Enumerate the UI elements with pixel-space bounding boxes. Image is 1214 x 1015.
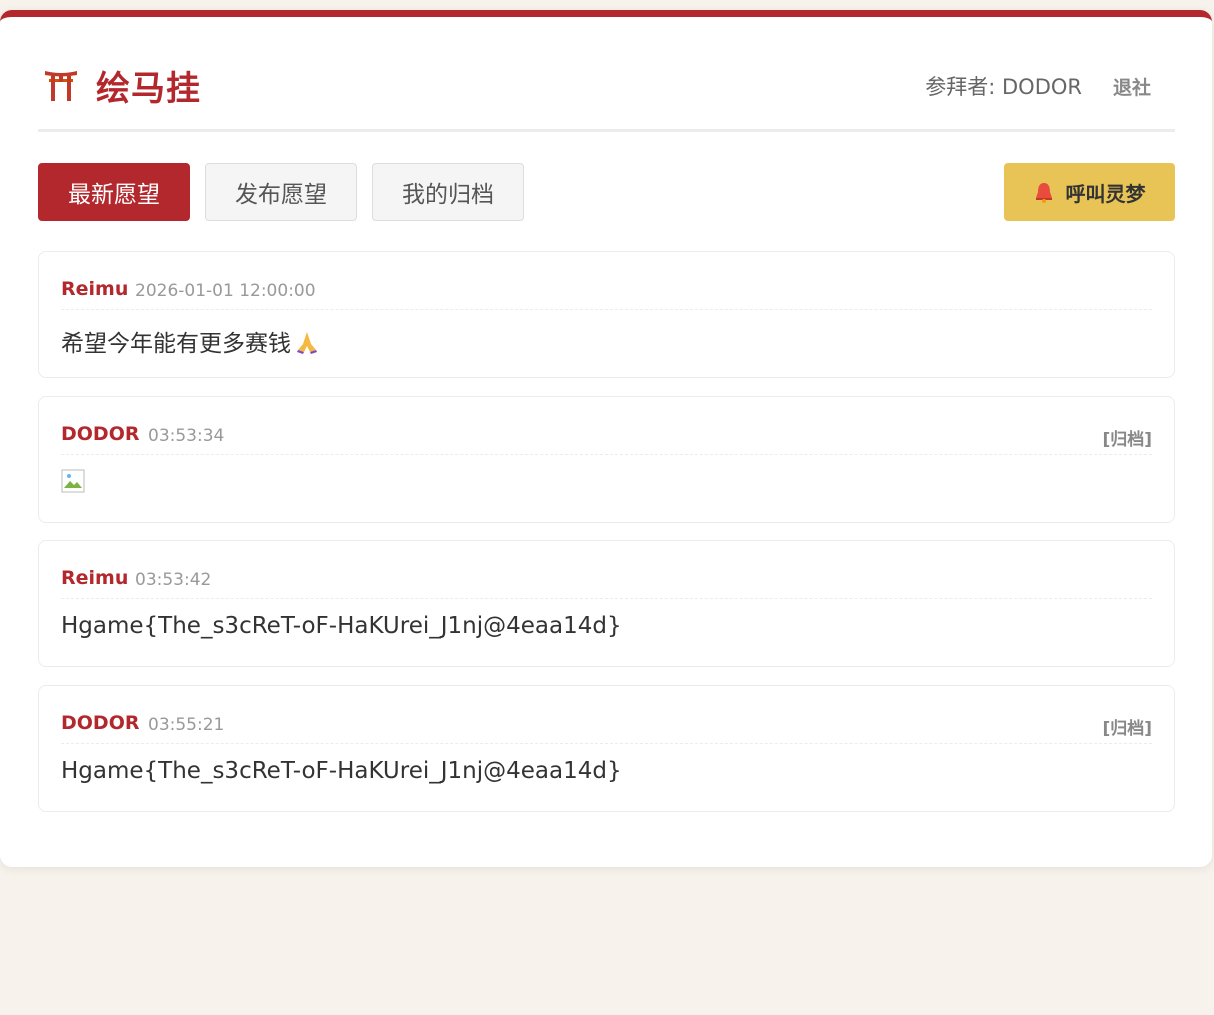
- post-header: DODOR 03:55:21 [归档]: [61, 708, 1152, 744]
- post-author: Reimu: [61, 278, 129, 300]
- post-header: DODOR 03:53:34 [归档]: [61, 419, 1152, 455]
- post-author: DODOR: [61, 712, 140, 734]
- main-card: 绘马挂 参拜者: DODOR 退社 最新愿望 发布愿望 我的归档 呼叫灵梦 Re…: [0, 10, 1212, 867]
- logout-link[interactable]: 退社: [1113, 73, 1151, 100]
- wish-post: Reimu 03:53:42 Hgame{The_s3cReT-oF-HaKUr…: [38, 540, 1175, 667]
- wish-post: DODOR 03:55:21 [归档] Hgame{The_s3cReT-oF-…: [38, 685, 1175, 812]
- tab-latest-wishes[interactable]: 最新愿望: [38, 163, 190, 221]
- torii-gate-icon: [45, 71, 77, 101]
- post-content: Hgame{The_s3cReT-oF-HaKUrei_J1nj@4eaa14d…: [61, 758, 622, 784]
- post-header: Reimu 03:53:42: [61, 563, 1152, 599]
- site-title: 绘马挂: [96, 69, 201, 109]
- tab-post-wish[interactable]: 发布愿望: [205, 163, 357, 221]
- post-content: 希望今年能有更多赛钱: [61, 324, 320, 358]
- post-text: 希望今年能有更多赛钱: [61, 331, 291, 357]
- post-time: 03:55:21: [148, 715, 225, 735]
- archive-link[interactable]: [归档]: [1102, 714, 1152, 739]
- wish-post: DODOR 03:53:34 [归档]: [38, 396, 1175, 523]
- post-content: Hgame{The_s3cReT-oF-HaKUrei_J1nj@4eaa14d…: [61, 613, 622, 639]
- call-reimu-label: 呼叫灵梦: [1065, 181, 1146, 206]
- post-time: 2026-01-01 12:00:00: [135, 281, 316, 301]
- bell-icon: [1035, 183, 1052, 203]
- broken-image-icon: [61, 469, 85, 493]
- post-author: DODOR: [61, 423, 140, 445]
- post-time: 03:53:42: [135, 570, 212, 590]
- praying-hands-icon: [297, 332, 317, 354]
- call-reimu-button[interactable]: 呼叫灵梦: [1004, 163, 1175, 221]
- header: 绘马挂 参拜者: DODOR 退社: [38, 17, 1175, 132]
- tab-my-archive[interactable]: 我的归档: [372, 163, 524, 221]
- post-time: 03:53:34: [148, 426, 225, 446]
- post-header: Reimu 2026-01-01 12:00:00: [61, 274, 1152, 310]
- wish-post: Reimu 2026-01-01 12:00:00 希望今年能有更多赛钱: [38, 251, 1175, 378]
- post-author: Reimu: [61, 567, 129, 589]
- user-info: 参拜者: DODOR: [925, 75, 1082, 99]
- archive-link[interactable]: [归档]: [1102, 425, 1152, 450]
